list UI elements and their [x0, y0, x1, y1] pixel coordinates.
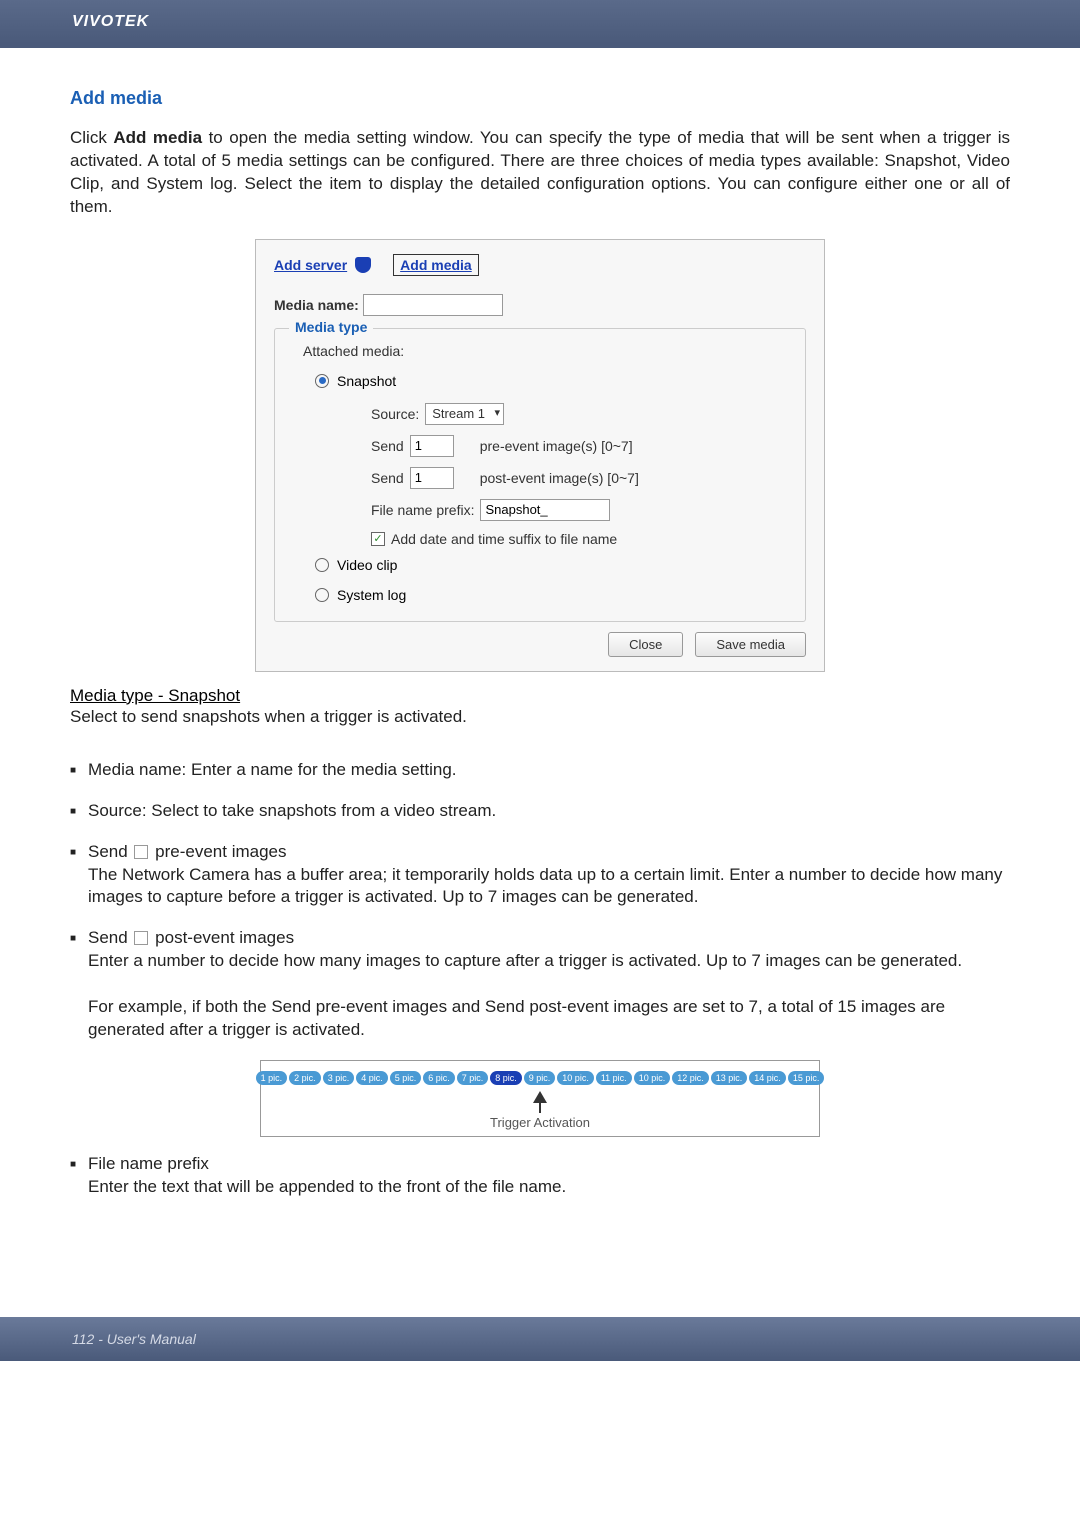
intro-prefix: Click: [70, 128, 113, 147]
post-event-count-input[interactable]: [410, 467, 454, 489]
b4-body1: Enter a number to decide how many images…: [88, 950, 1010, 973]
diagram-pill: 3 pic.: [323, 1071, 355, 1085]
trigger-label: Trigger Activation: [271, 1115, 809, 1130]
send-pre-label-a: Send: [371, 438, 404, 454]
diagram-pill: 10 pic.: [557, 1071, 594, 1085]
diagram-pill: 9 pic.: [524, 1071, 556, 1085]
snapshot-label: Snapshot: [337, 373, 396, 389]
footer-bar: 112 - User's Manual: [0, 1317, 1080, 1361]
intro-rest: to open the media setting window. You ca…: [70, 128, 1010, 216]
source-label: Source:: [371, 406, 419, 422]
diagram-pill: 5 pic.: [390, 1071, 422, 1085]
close-button[interactable]: Close: [608, 632, 683, 657]
media-name-input[interactable]: [363, 294, 503, 316]
system-log-radio[interactable]: [315, 588, 329, 602]
system-log-label: System log: [337, 587, 406, 603]
bullet-prefix: File name prefix Enter the text that wil…: [70, 1153, 1010, 1199]
page-content: Add media Click Add media to open the me…: [0, 48, 1080, 1247]
shield-icon: [355, 257, 371, 273]
diagram-pill: 11 pic.: [596, 1071, 632, 1085]
pill-row: 1 pic.2 pic.3 pic.4 pic.5 pic.6 pic.7 pi…: [271, 1071, 809, 1085]
source-select[interactable]: Stream 1: [425, 403, 504, 425]
diagram-pill: 8 pic.: [490, 1071, 522, 1085]
bullet-source: Source: Select to take snapshots from a …: [70, 800, 1010, 823]
prefix-input[interactable]: [480, 499, 610, 521]
inline-box-icon: [134, 845, 148, 859]
header-bar: VIVOTEK: [0, 0, 1080, 48]
diagram-pill: 2 pic.: [289, 1071, 321, 1085]
media-type-fieldset: Media type Attached media: Snapshot Sour…: [274, 328, 806, 622]
add-media-dialog: Add server Add media Media name: Media t…: [255, 239, 825, 672]
diagram-pill: 12 pic.: [672, 1071, 709, 1085]
media-type-subtitle: Media type - Snapshot: [70, 686, 1010, 706]
bullet-media-name: Media name: Enter a name for the media s…: [70, 759, 1010, 782]
send-post-label-b: post-event image(s) [0~7]: [480, 470, 639, 486]
diagram-pill: 15 pic.: [788, 1071, 825, 1085]
media-type-legend: Media type: [289, 319, 373, 335]
save-media-button[interactable]: Save media: [695, 632, 806, 657]
b5-head: File name prefix: [88, 1154, 209, 1173]
intro-paragraph: Click Add media to open the media settin…: [70, 127, 1010, 219]
suffix-checkbox[interactable]: ✓: [371, 532, 385, 546]
inline-box-icon: [134, 931, 148, 945]
prefix-label: File name prefix:: [371, 502, 474, 518]
b4-body2: For example, if both the Send pre-event …: [88, 996, 1010, 1042]
media-type-desc: Select to send snapshots when a trigger …: [70, 706, 1010, 729]
send-post-label-a: Send: [371, 470, 404, 486]
attached-media-label: Attached media:: [303, 343, 791, 359]
intro-bold: Add media: [113, 128, 202, 147]
add-media-link[interactable]: Add media: [393, 254, 479, 276]
brand-logo: VIVOTEK: [72, 13, 149, 31]
add-server-link[interactable]: Add server: [274, 257, 347, 273]
pre-event-count-input[interactable]: [410, 435, 454, 457]
trigger-diagram: 1 pic.2 pic.3 pic.4 pic.5 pic.6 pic.7 pi…: [260, 1060, 820, 1137]
b5-body: Enter the text that will be appended to …: [88, 1176, 1010, 1199]
diagram-pill: 6 pic.: [423, 1071, 455, 1085]
b3-head: Send: [88, 842, 132, 861]
page-footer-text: 112 - User's Manual: [72, 1331, 196, 1347]
diagram-pill: 14 pic.: [749, 1071, 786, 1085]
b3-tail: pre-event images: [150, 842, 286, 861]
b3-body: The Network Camera has a buffer area; it…: [88, 864, 1010, 910]
b4-head: Send: [88, 928, 132, 947]
diagram-pill: 10 pic.: [634, 1071, 671, 1085]
video-clip-radio[interactable]: [315, 558, 329, 572]
send-pre-label-b: pre-event image(s) [0~7]: [480, 438, 633, 454]
diagram-pill: 1 pic.: [256, 1071, 288, 1085]
b4-tail: post-event images: [150, 928, 294, 947]
suffix-label: Add date and time suffix to file name: [391, 531, 617, 547]
diagram-pill: 13 pic.: [711, 1071, 748, 1085]
video-clip-label: Video clip: [337, 557, 397, 573]
media-name-label: Media name:: [274, 297, 359, 313]
arrow-stem: [539, 1103, 541, 1113]
diagram-pill: 7 pic.: [457, 1071, 489, 1085]
bullet-post-event: Send post-event images Enter a number to…: [70, 927, 1010, 1042]
snapshot-radio[interactable]: [315, 374, 329, 388]
diagram-pill: 4 pic.: [356, 1071, 388, 1085]
section-title: Add media: [70, 88, 1010, 109]
arrow-up-icon: [533, 1091, 547, 1103]
bullet-pre-event: Send pre-event images The Network Camera…: [70, 841, 1010, 910]
